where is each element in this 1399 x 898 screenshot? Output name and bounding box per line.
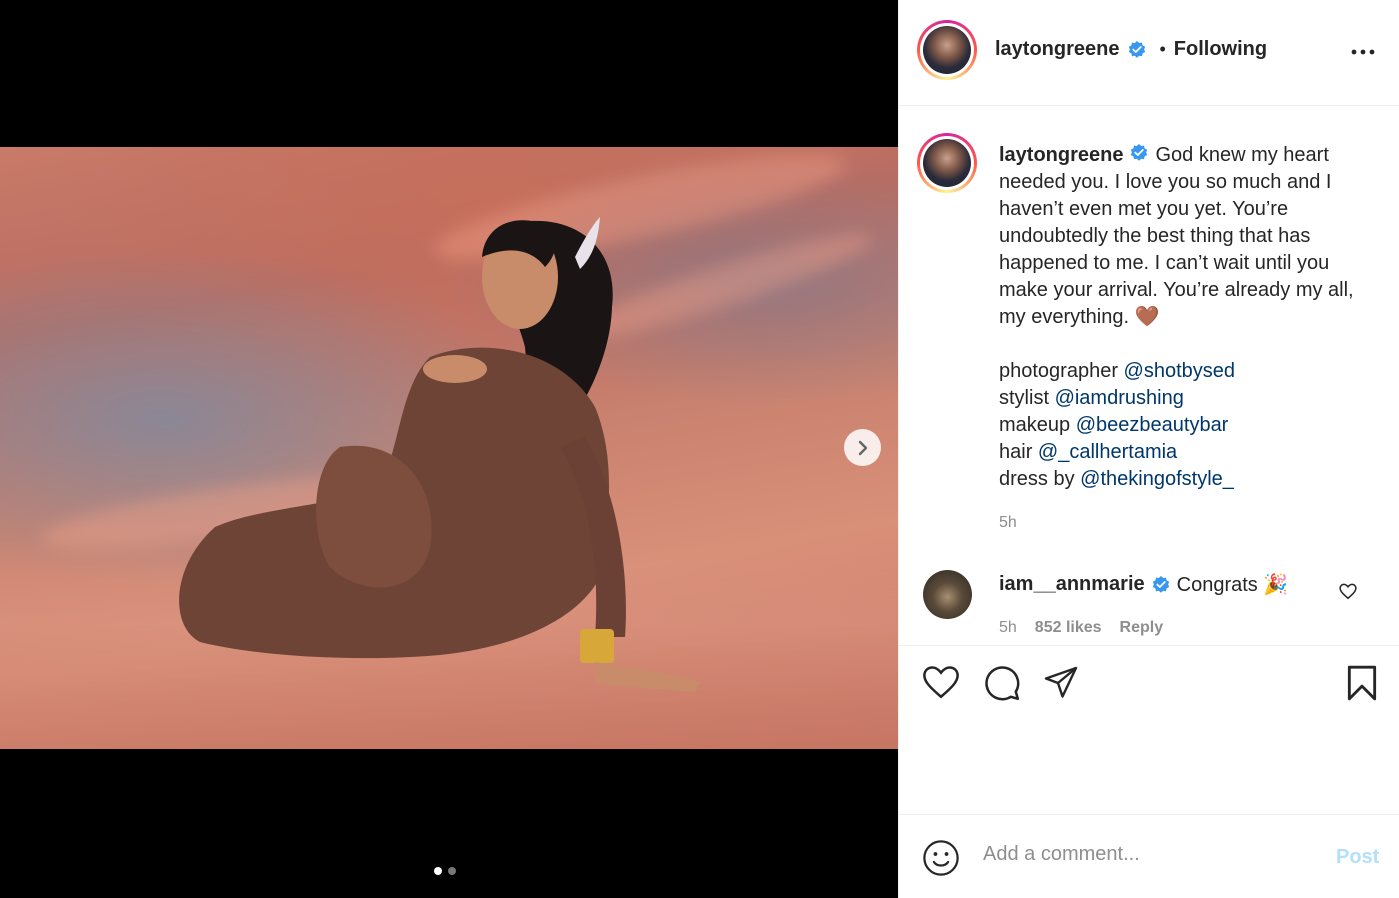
credit-mention[interactable]: @_callhertamia	[1038, 441, 1177, 463]
following-button[interactable]: Following	[1174, 38, 1267, 61]
comment-timestamp[interactable]: 5h	[999, 619, 1017, 637]
comment-input[interactable]	[983, 843, 1303, 866]
header-user-line: laytongreene • Following	[995, 38, 1267, 61]
credit-role: dress by	[999, 468, 1075, 490]
carousel-dot-active	[434, 867, 442, 875]
comment-line: iam__annmarie Congrats 🎉	[999, 572, 1288, 597]
credit-role: hair	[999, 441, 1033, 463]
post-comment-button[interactable]: Post	[1336, 846, 1379, 869]
save-button[interactable]	[1345, 664, 1379, 707]
commenter-avatar[interactable]	[923, 570, 972, 619]
bookmark-icon	[1347, 665, 1377, 701]
like-button[interactable]	[922, 665, 960, 705]
credit-line: makeup @beezbeautybar	[999, 412, 1369, 439]
comment-like-button[interactable]	[1339, 583, 1357, 605]
verified-badge-icon	[1131, 144, 1148, 161]
credit-mention[interactable]: @beezbeautybar	[1076, 414, 1229, 436]
heart-outline-icon	[1339, 583, 1357, 600]
instagram-post-view: laytongreene • Following laytongreene Go…	[0, 0, 1399, 898]
caption-author-avatar[interactable]	[917, 133, 977, 193]
carousel-indicator	[434, 867, 456, 875]
next-slide-button[interactable]	[844, 429, 881, 466]
credit-role: makeup	[999, 414, 1071, 436]
comment-composer: Post	[899, 814, 1399, 898]
emoji-picker-button[interactable]	[922, 839, 960, 882]
post-caption: laytongreene God knew my heart needed yo…	[999, 142, 1369, 536]
comment-text: Congrats 🎉	[1176, 574, 1289, 596]
smiley-icon	[923, 840, 959, 876]
post-media	[0, 0, 898, 898]
comment-bubble-icon	[985, 666, 1020, 701]
comment-likes[interactable]: 852 likes	[1035, 619, 1102, 637]
post-photo[interactable]	[0, 147, 898, 749]
credit-role: stylist	[999, 387, 1049, 409]
author-username[interactable]: laytongreene	[995, 38, 1119, 61]
post-side-panel: laytongreene • Following laytongreene Go…	[898, 0, 1399, 898]
header-separator: •	[1159, 39, 1166, 59]
caption-body: laytongreene God knew my heart needed yo…	[999, 142, 1369, 331]
verified-badge-icon	[1152, 575, 1169, 593]
more-horizontal-icon	[1351, 49, 1375, 55]
credit-mention[interactable]: @thekingofstyle_	[1080, 468, 1234, 490]
credit-mention[interactable]: @iamdrushing	[1055, 387, 1184, 409]
credit-line: hair @_callhertamia	[999, 439, 1369, 466]
comment-reply-button[interactable]: Reply	[1120, 619, 1164, 637]
comment-meta: 5h 852 likes Reply	[999, 619, 1163, 637]
credit-role: photographer	[999, 360, 1118, 382]
more-options-button[interactable]	[1351, 42, 1375, 67]
caption-text: God knew my heart needed you. I love you…	[999, 144, 1354, 328]
commenter-username[interactable]: iam__annmarie	[999, 573, 1145, 596]
heart-icon	[923, 666, 959, 699]
chevron-right-icon	[858, 440, 867, 455]
paper-plane-icon	[1044, 666, 1078, 698]
subject-figure	[179, 217, 700, 692]
carousel-dot	[448, 867, 456, 875]
share-button[interactable]	[1042, 665, 1080, 706]
credit-line: stylist @iamdrushing	[999, 385, 1369, 412]
caption-timestamp[interactable]: 5h	[999, 509, 1369, 536]
comment-button[interactable]	[983, 664, 1021, 707]
post-actions-bar	[899, 645, 1399, 815]
author-avatar[interactable]	[917, 20, 977, 80]
verified-badge-icon	[1129, 40, 1146, 58]
credit-line: photographer @shotbysed	[999, 358, 1369, 385]
credit-line: dress by @thekingofstyle_	[999, 466, 1369, 493]
credit-mention[interactable]: @shotbysed	[1124, 360, 1235, 382]
caption-username[interactable]: laytongreene	[999, 144, 1123, 166]
post-header: laytongreene • Following	[899, 0, 1399, 106]
